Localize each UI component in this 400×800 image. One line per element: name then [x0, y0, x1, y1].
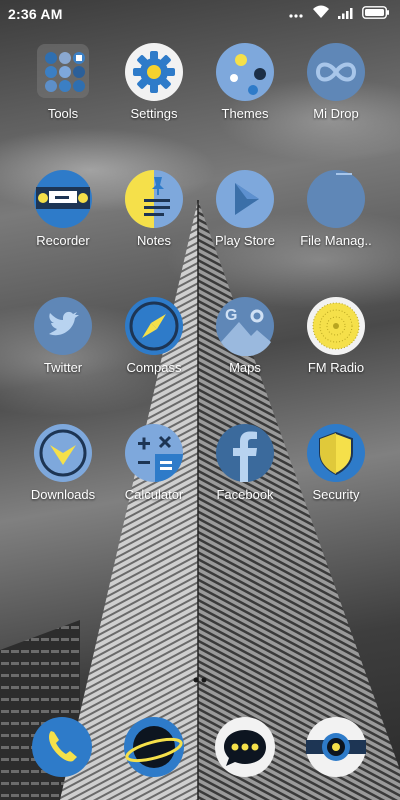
maps-icon: G — [215, 296, 275, 357]
app-recorder[interactable]: Recorder — [17, 169, 109, 248]
app-notes[interactable]: Notes — [108, 169, 200, 248]
planet-browser-icon — [123, 716, 185, 778]
app-label: File Manag.. — [300, 233, 372, 248]
app-twitter[interactable]: Twitter — [17, 296, 109, 375]
page-indicator — [193, 670, 207, 683]
app-label: Notes — [137, 233, 171, 248]
app-label: Settings — [130, 106, 178, 121]
app-security[interactable]: Security — [290, 423, 382, 502]
app-mi-drop[interactable]: Mi Drop — [290, 42, 382, 121]
app-label: Mi Drop — [313, 106, 359, 121]
status-bar: 2:36 AM — [0, 0, 400, 28]
download-arrow-icon — [33, 423, 93, 483]
app-label: Security — [312, 487, 360, 502]
signal-icon — [338, 6, 354, 24]
app-compass[interactable]: Compass — [108, 296, 200, 375]
status-time: 2:36 AM — [8, 6, 63, 22]
dock-browser[interactable] — [123, 716, 185, 778]
dock-phone[interactable] — [31, 716, 93, 778]
app-label: Recorder — [36, 233, 90, 248]
status-icons — [288, 5, 390, 24]
folder-icon — [306, 169, 366, 229]
dock-camera[interactable] — [305, 716, 367, 778]
app-label: FM Radio — [307, 360, 365, 375]
shield-icon — [306, 423, 366, 483]
infinity-icon — [306, 42, 366, 102]
tools-folder-icon — [33, 42, 93, 102]
app-label: Twitter — [43, 360, 83, 375]
recorder-icon — [33, 169, 93, 229]
facebook-icon — [215, 423, 275, 483]
notes-icon — [124, 169, 184, 229]
more-dots-icon — [288, 6, 304, 24]
phone-icon — [31, 716, 93, 778]
app-label: Calculator — [124, 487, 184, 502]
calculator-icon — [124, 423, 184, 483]
app-fm-radio[interactable]: FM Radio — [290, 296, 382, 375]
radio-icon — [306, 296, 366, 356]
app-settings[interactable]: Settings — [108, 42, 200, 121]
battery-icon — [362, 5, 390, 24]
play-store-icon — [215, 169, 275, 229]
app-label: Tools — [47, 106, 79, 121]
dock-messages[interactable] — [214, 716, 276, 778]
app-label: Downloads — [30, 487, 96, 502]
themes-icon — [215, 42, 275, 102]
compass-icon — [124, 296, 184, 356]
twitter-bird-icon — [33, 296, 93, 356]
app-play-store[interactable]: Play Store — [199, 169, 291, 248]
app-label: Compass — [126, 360, 182, 375]
app-file-manager[interactable]: File Manag.. — [290, 169, 382, 248]
camera-icon — [305, 716, 367, 778]
svg-text:G: G — [225, 307, 237, 324]
wifi-icon — [312, 5, 330, 24]
app-label: Themes — [221, 106, 269, 121]
gear-icon — [124, 42, 184, 102]
app-calculator[interactable]: Calculator — [108, 423, 200, 502]
app-label: Maps — [229, 360, 261, 375]
app-facebook[interactable]: Facebook — [199, 423, 291, 502]
app-tools[interactable]: Tools — [17, 42, 109, 121]
app-label: Play Store — [215, 233, 275, 248]
app-maps[interactable]: G Maps — [199, 296, 291, 375]
app-themes[interactable]: Themes — [199, 42, 291, 121]
app-downloads[interactable]: Downloads — [17, 423, 109, 502]
app-label: Facebook — [216, 487, 274, 502]
messages-icon — [214, 716, 276, 778]
